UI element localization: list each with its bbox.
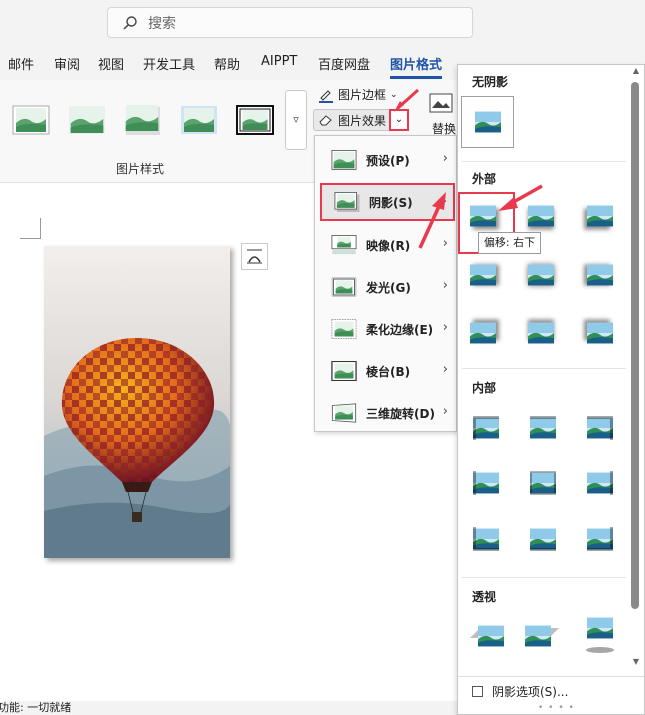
active-tab-indicator (390, 76, 442, 79)
divider (462, 577, 626, 578)
shadow-inner-bottom-right[interactable] (587, 527, 613, 551)
search-icon (123, 15, 137, 30)
picture-style-2[interactable] (68, 103, 106, 137)
layout-options-button[interactable] (241, 243, 268, 270)
hot-air-balloon-photo[interactable] (44, 246, 230, 558)
menu-item-3d-rotation[interactable]: 三维旋转(D) › (319, 395, 454, 431)
shadow-inner-center[interactable] (530, 471, 556, 495)
picture-style-1[interactable] (12, 103, 50, 137)
divider (458, 676, 644, 677)
picture-styles-group-label: 图片样式 (115, 162, 164, 176)
picture-effects-menu: 预设(P)› 阴影(S)› 映像(R)› 发光(G)› 柔化边缘(E)› 棱台(… (314, 135, 457, 432)
shadow-outer-offset-top[interactable] (528, 321, 554, 345)
shadow-options-icon (472, 686, 483, 697)
tab-baidu-netdisk[interactable]: 百度网盘 (318, 54, 370, 74)
section-no-shadow: 无阴影 (472, 75, 509, 89)
shadow-icon (334, 192, 360, 212)
shadow-inner-top-right[interactable] (587, 416, 613, 440)
shadow-inner-top[interactable] (530, 416, 556, 440)
replace-picture-icon (429, 93, 453, 113)
search-placeholder: 搜索 (148, 15, 176, 32)
chevron-right-icon: › (442, 278, 448, 293)
section-outer: 外部 (472, 172, 497, 186)
page-corner-mark (20, 218, 41, 239)
shadow-outer-offset-top-right[interactable] (470, 321, 496, 345)
scroll-down-icon[interactable]: ▼ (629, 657, 643, 671)
picture-style-3[interactable] (124, 103, 162, 137)
shadow-outer-offset-top-left[interactable] (587, 321, 613, 345)
pen-border-icon (319, 89, 333, 103)
shadow-inner-right[interactable] (587, 471, 613, 495)
shadow-perspective-upper-left[interactable] (470, 618, 506, 652)
status-text: 功能: 一切就绪 (0, 701, 72, 714)
gallery-more-button[interactable]: ▿ (285, 90, 307, 150)
shadow-outer-offset-right[interactable] (470, 263, 496, 287)
tab-mailings[interactable]: 邮件 (8, 54, 34, 74)
picture-border-label: 图片边框 (338, 88, 387, 102)
shadow-options-label: 阴影选项(S)... (492, 685, 569, 699)
tab-developer[interactable]: 开发工具 (143, 54, 195, 74)
shadow-outer-offset-left[interactable] (587, 263, 613, 287)
eraser-effects-icon (319, 115, 332, 126)
shadow-inner-top-left[interactable] (473, 416, 499, 440)
shadow-option-none[interactable] (461, 96, 514, 148)
chevron-right-icon: › (442, 404, 448, 419)
shadow-inner-bottom-left[interactable] (473, 527, 499, 551)
shadow-options-link[interactable]: 阴影选项(S)... (472, 683, 568, 700)
tab-picture-format[interactable]: 图片格式 (390, 54, 442, 74)
chevron-right-icon: › (442, 320, 448, 335)
shadow-inner-left[interactable] (473, 471, 499, 495)
section-inner: 内部 (472, 381, 497, 395)
shadow-outer-offset-center[interactable] (528, 263, 554, 287)
bevel-icon (331, 361, 357, 381)
annotation-arrow-icon (394, 88, 420, 112)
menu-item-soft-edges[interactable]: 柔化边缘(E) › (319, 311, 454, 347)
chevron-down-icon: ⌄ (394, 114, 404, 125)
layout-options-icon (247, 249, 262, 264)
tab-aippt[interactable]: AIPPT (261, 54, 297, 74)
menu-item-glow[interactable]: 发光(G) › (319, 269, 454, 305)
shadow-perspective-upper-right[interactable] (523, 618, 559, 652)
chevron-right-icon: › (442, 151, 448, 166)
tab-review[interactable]: 审阅 (54, 54, 80, 74)
scroll-up-icon[interactable]: ▲ (629, 66, 643, 80)
annotation-arrow-icon (418, 192, 446, 249)
divider (462, 368, 626, 369)
preset-icon (331, 150, 357, 170)
search-box[interactable]: 搜索 (107, 7, 473, 38)
tab-view[interactable]: 视图 (98, 54, 124, 74)
shadow-tooltip: 偏移: 右下 (478, 232, 541, 254)
scrollbar-thumb[interactable] (631, 82, 639, 609)
status-bar: 功能: 一切就绪 (0, 701, 457, 715)
resize-grip-icon[interactable]: • • • • (538, 703, 575, 713)
shadow-outer-offset-bottom-left[interactable] (587, 204, 613, 228)
section-perspective: 透视 (472, 590, 497, 604)
picture-style-5[interactable] (236, 103, 274, 137)
shadow-perspective-below[interactable] (582, 614, 618, 656)
3d-rotation-icon (331, 403, 357, 423)
reflection-icon (331, 235, 357, 255)
menu-item-preset[interactable]: 预设(P) › (319, 142, 454, 178)
chevron-right-icon: › (442, 362, 448, 377)
divider (462, 161, 626, 162)
glow-icon (331, 277, 357, 297)
picture-effects-label: 图片效果 (338, 113, 387, 128)
menu-item-bevel[interactable]: 棱台(B) › (319, 353, 454, 389)
picture-border-button[interactable]: 图片边框 ⌄ (318, 86, 398, 103)
soft-edges-icon (331, 319, 357, 339)
shadow-inner-bottom[interactable] (530, 527, 556, 551)
tab-help[interactable]: 帮助 (214, 54, 240, 74)
shadow-preview-icon (475, 111, 501, 133)
picture-style-4[interactable] (180, 103, 218, 137)
annotation-arrow-icon (498, 184, 543, 211)
